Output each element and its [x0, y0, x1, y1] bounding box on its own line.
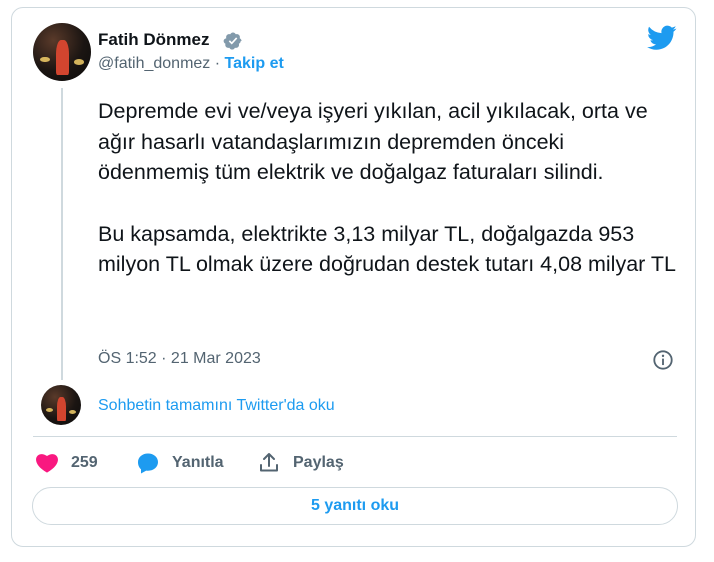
reply-button[interactable]: Yanıtla	[136, 451, 224, 475]
separator: ·	[210, 55, 225, 72]
like-button[interactable]: 259	[35, 451, 98, 475]
divider	[33, 436, 677, 437]
follow-link[interactable]: Takip et	[225, 55, 284, 72]
read-replies-button[interactable]: 5 yanıtı oku	[32, 487, 678, 525]
share-button[interactable]: Paylaş	[257, 451, 344, 475]
reply-bubble-icon	[138, 453, 158, 474]
info-icon[interactable]	[652, 349, 674, 371]
tweet-embed-card: Fatih Dönmez @fatih_donmez · Takip et De…	[11, 7, 696, 547]
like-count: 259	[71, 454, 98, 471]
thread-line	[61, 88, 63, 380]
reply-label: Yanıtla	[172, 454, 224, 471]
verified-badge-icon	[223, 32, 242, 50]
author-avatar[interactable]	[33, 23, 91, 81]
tweet-paragraph: Bu kapsamda, elektrikte 3,13 milyar TL, …	[98, 221, 677, 277]
share-icon	[260, 453, 278, 472]
author-handle[interactable]: @fatih_donmez	[98, 55, 210, 72]
read-conversation-link[interactable]: Sohbetin tamamını Twitter'da oku	[98, 397, 335, 415]
heart-icon	[36, 454, 58, 473]
handle-row: @fatih_donmez · Takip et	[98, 55, 284, 73]
tweet-text: Depremde evi ve/veya işyeri yıkılan, aci…	[98, 96, 678, 280]
tweet-paragraph: Depremde evi ve/veya işyeri yıkılan, aci…	[98, 99, 648, 184]
author-name[interactable]: Fatih Dönmez	[98, 30, 209, 50]
conversation-avatar[interactable]	[41, 385, 81, 425]
twitter-bird-icon[interactable]	[647, 25, 677, 51]
tweet-timestamp[interactable]: ÖS 1:52 · 21 Mar 2023	[98, 350, 261, 368]
share-label: Paylaş	[293, 454, 344, 471]
